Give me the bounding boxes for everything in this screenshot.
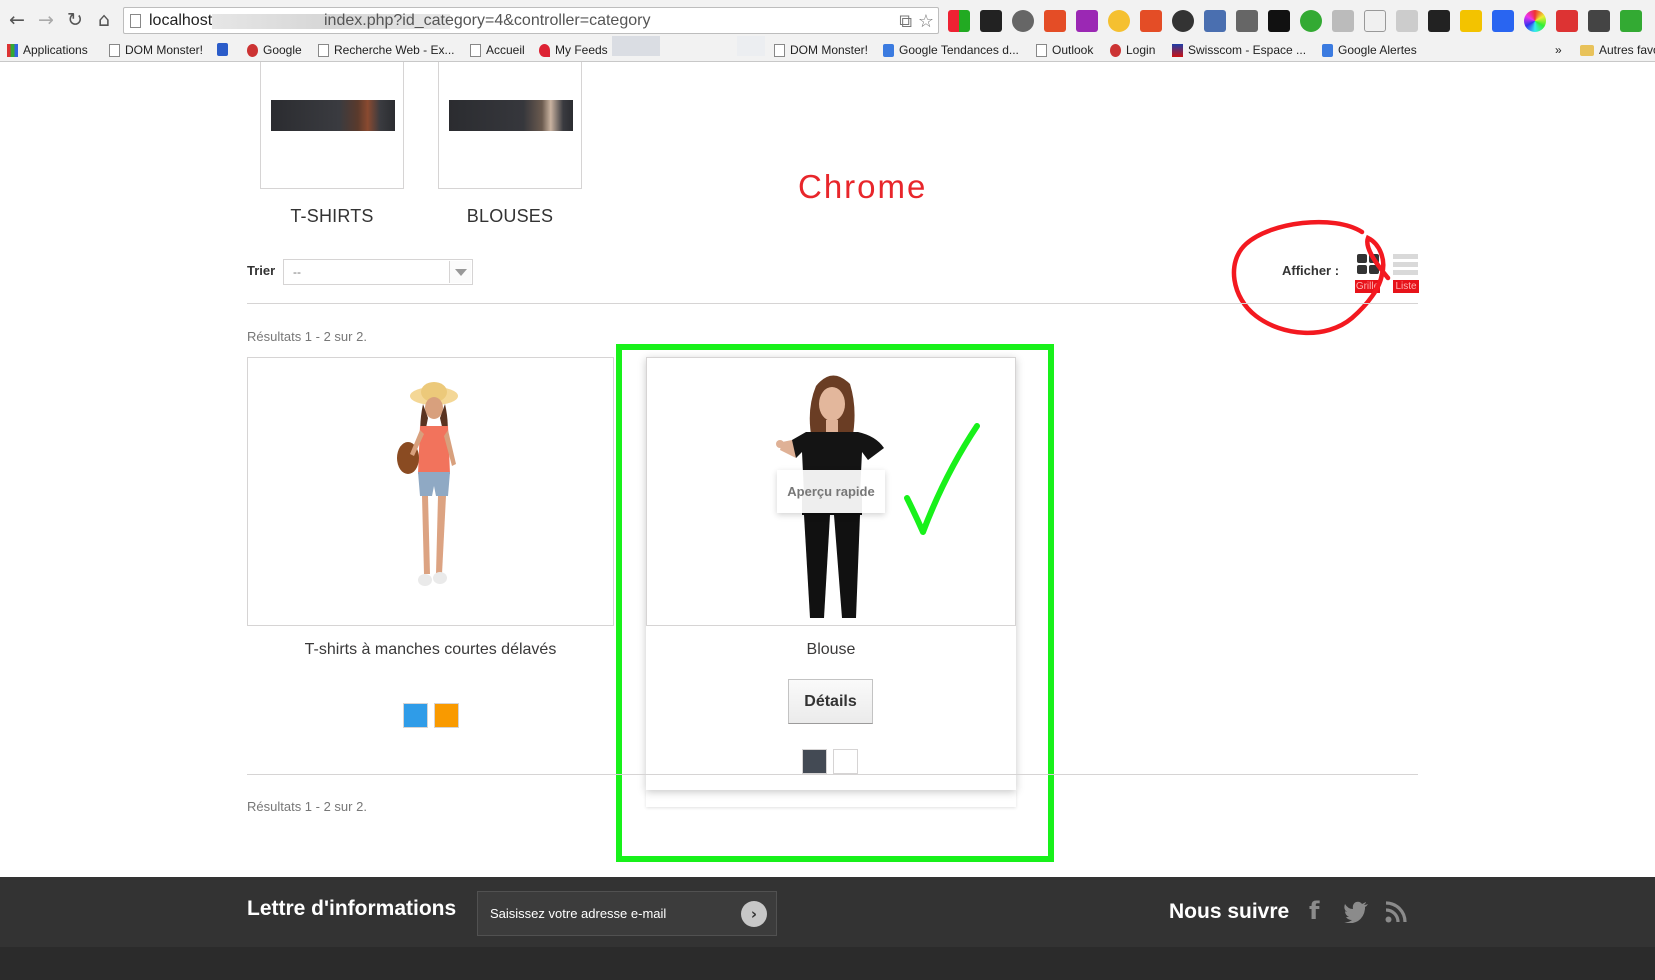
rss-icon[interactable]: [1385, 901, 1407, 923]
extension-icon[interactable]: [980, 10, 1002, 32]
sort-select-value: --: [293, 265, 301, 279]
facebook-icon[interactable]: f: [1309, 897, 1319, 927]
extension-icons: [948, 10, 1642, 32]
search-icon: [318, 43, 329, 57]
footer-bottom-bar: [0, 947, 1655, 980]
subcategory-image: [449, 100, 573, 131]
google-icon: [883, 43, 894, 57]
bookmark-dom-monster[interactable]: DOM Monster!: [109, 43, 203, 57]
extension-icon[interactable]: [1428, 10, 1450, 32]
bottom-divider: [247, 774, 1418, 775]
extension-icon[interactable]: [1204, 10, 1226, 32]
bookmark-google-alertes[interactable]: Google Alertes: [1322, 43, 1417, 57]
bookmarks-bar: Applications DOM Monster! Google Recherc…: [0, 40, 1655, 62]
extension-icon[interactable]: [1332, 10, 1354, 32]
toolbar-divider: [247, 303, 1418, 304]
bookmark-my-feeds[interactable]: My Feeds: [539, 43, 608, 57]
back-arrow-icon[interactable]: ←: [6, 9, 28, 31]
follow-us-title: Nous suivre: [1169, 900, 1290, 923]
bookmarks-overflow-chevron[interactable]: »: [1555, 43, 1562, 57]
bookmark-recherche-web[interactable]: Recherche Web - Ex...: [318, 43, 455, 57]
home-icon[interactable]: ⌂: [93, 9, 115, 31]
extension-icon[interactable]: [1620, 10, 1642, 32]
page-icon: [109, 43, 120, 57]
folder-icon: [1580, 44, 1594, 56]
page-icon: [1036, 43, 1047, 57]
newsletter-title: Lettre d'informations: [247, 897, 457, 920]
chevron-down-icon: [449, 261, 471, 283]
google-icon: [1322, 43, 1333, 57]
google-icon: [247, 43, 258, 57]
results-count-bottom: Résultats 1 - 2 sur 2.: [247, 799, 367, 814]
translate-icon: [217, 43, 228, 56]
bookmark-translate[interactable]: [217, 43, 228, 56]
bookmark-redacted: [612, 36, 660, 56]
login-icon: [1110, 43, 1121, 57]
forward-arrow-icon[interactable]: →: [35, 9, 57, 31]
sort-select[interactable]: --: [283, 259, 473, 285]
subcategory-blouses-name[interactable]: BLOUSES: [438, 206, 582, 227]
extension-icon[interactable]: [1396, 10, 1418, 32]
page-icon: [130, 14, 141, 28]
bookmark-accueil[interactable]: Accueil: [470, 43, 525, 57]
bookmark-apps[interactable]: Applications: [7, 43, 88, 57]
bookmark-dom-monster-2[interactable]: DOM Monster!: [774, 43, 868, 57]
browser-toolbar: ← → ↻ ⌂ localhost index.php?id_category=…: [0, 0, 1655, 40]
extension-icon[interactable]: [1300, 10, 1322, 32]
subcategory-t-shirts-thumbnail[interactable]: [260, 62, 404, 189]
extension-icon[interactable]: [1268, 10, 1290, 32]
subcategory-image: [271, 100, 395, 131]
apps-icon: [7, 43, 18, 57]
annotation-red-circle: [1231, 219, 1391, 336]
product-image-tshirt[interactable]: [247, 357, 614, 626]
browser-chrome: ← → ↻ ⌂ localhost index.php?id_category=…: [0, 0, 1655, 62]
extension-icon[interactable]: [1172, 10, 1194, 32]
annotation-browser-label: Chrome: [798, 168, 928, 205]
bookmark-google[interactable]: Google: [247, 43, 302, 57]
extension-icon[interactable]: [1556, 10, 1578, 32]
annotation-green-frame: [616, 344, 1054, 862]
extension-icon[interactable]: [1492, 10, 1514, 32]
extension-icon[interactable]: [1140, 10, 1162, 32]
feeds-icon: [539, 43, 550, 57]
extension-icon[interactable]: [1588, 10, 1610, 32]
bookmark-outlook[interactable]: Outlook: [1036, 43, 1093, 57]
reload-icon[interactable]: ↻: [64, 9, 86, 31]
extension-icon[interactable]: [1460, 10, 1482, 32]
bookmark-swisscom[interactable]: Swisscom - Espace ...: [1172, 43, 1306, 57]
extension-icon[interactable]: [1044, 10, 1066, 32]
address-bar[interactable]: localhost index.php?id_category=4&contro…: [123, 7, 939, 34]
subcategory-t-shirts-name[interactable]: T-SHIRTS: [260, 206, 404, 227]
page-icon: [470, 43, 481, 57]
url-path: index.php?id_category=4&controller=categ…: [324, 12, 651, 29]
extension-icon[interactable]: [1236, 10, 1258, 32]
page-icon: [774, 43, 785, 57]
extension-icon[interactable]: [1012, 10, 1034, 32]
sort-label: Trier: [247, 263, 276, 278]
twitter-icon[interactable]: [1343, 901, 1369, 923]
bookmark-login[interactable]: Login: [1110, 43, 1155, 57]
color-swatch-blue[interactable]: [403, 703, 428, 728]
extension-icon[interactable]: [1364, 10, 1386, 32]
newsletter-submit-arrow-icon[interactable]: ›: [741, 901, 767, 927]
results-count-top: Résultats 1 - 2 sur 2.: [247, 329, 367, 344]
extension-icon[interactable]: [1108, 10, 1130, 32]
newsletter-email-input[interactable]: Saisissez votre adresse e-mail: [477, 891, 777, 936]
swisscom-icon: [1172, 43, 1183, 57]
bookmark-google-tendances[interactable]: Google Tendances d...: [883, 43, 1019, 57]
product-name-tshirt[interactable]: T-shirts à manches courtes délavés: [247, 641, 614, 659]
product-photo-woman-tshirt: [397, 382, 458, 586]
extension-icon[interactable]: [948, 10, 970, 32]
extension-icon[interactable]: [1524, 10, 1546, 32]
url-host: localhost: [149, 12, 213, 29]
color-swatch-orange[interactable]: [434, 703, 459, 728]
bookmark-star-icon[interactable]: ⧉ ☆: [899, 11, 934, 32]
subcategory-blouses-thumbnail[interactable]: [438, 62, 582, 189]
extension-icon[interactable]: [1076, 10, 1098, 32]
bookmark-autres-favoris[interactable]: Autres favo: [1580, 43, 1655, 57]
bookmark-redacted: [737, 36, 765, 56]
